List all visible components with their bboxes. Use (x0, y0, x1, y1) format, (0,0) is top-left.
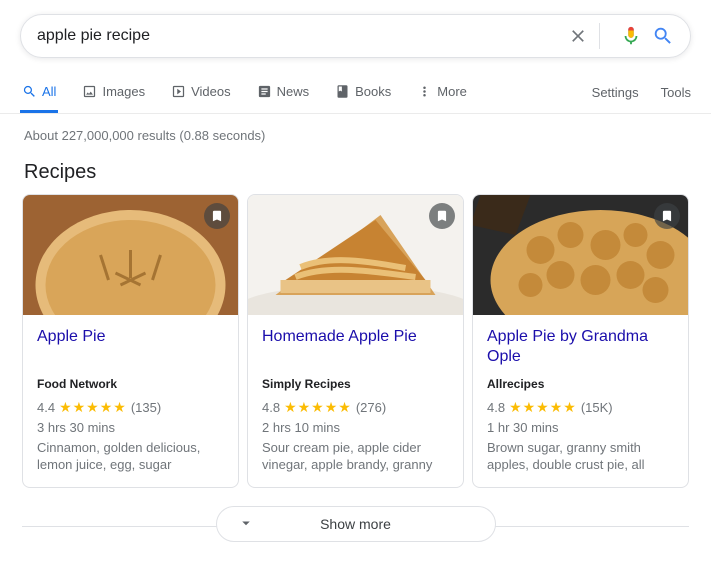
review-count: (15K) (581, 400, 613, 415)
recipe-card-body: Apple Pie Food Network 4.4 ★★★★★ (135) 3… (23, 315, 238, 487)
recipe-time: 1 hr 30 mins (487, 420, 674, 435)
image-icon (82, 84, 97, 99)
recipe-image (248, 195, 463, 315)
review-count: (135) (131, 400, 161, 415)
recipe-ingredients: Cinnamon, golden delicious, lemon juice,… (37, 439, 224, 473)
stars-icon: ★★★★★ (509, 399, 577, 416)
search-icon[interactable] (652, 25, 674, 47)
settings-link[interactable]: Settings (592, 73, 639, 112)
recipe-title[interactable]: Homemade Apple Pie (262, 327, 449, 367)
books-icon (335, 84, 350, 99)
tab-images[interactable]: Images (80, 72, 147, 113)
recipe-rating: 4.8 ★★★★★ (276) (262, 399, 449, 416)
news-icon (257, 84, 272, 99)
rating-value: 4.8 (487, 400, 505, 415)
more-icon (417, 84, 432, 99)
recipe-card-body: Apple Pie by Grandma Ople Allrecipes 4.8… (473, 315, 688, 487)
recipe-rating: 4.8 ★★★★★ (15K) (487, 399, 674, 416)
tab-videos-label: Videos (191, 84, 231, 99)
recipe-card[interactable]: Homemade Apple Pie Simply Recipes 4.8 ★★… (247, 194, 464, 488)
tab-more[interactable]: More (415, 72, 469, 113)
tab-images-label: Images (102, 84, 145, 99)
recipe-title[interactable]: Apple Pie (37, 327, 224, 367)
video-icon (171, 84, 186, 99)
bookmark-icon[interactable] (204, 203, 230, 229)
stars-icon: ★★★★★ (59, 399, 127, 416)
recipe-source: Food Network (37, 377, 224, 391)
stars-icon: ★★★★★ (284, 399, 352, 416)
tabs-right: Settings Tools (592, 73, 691, 112)
recipes-heading: Recipes (0, 143, 711, 194)
tab-books[interactable]: Books (333, 72, 393, 113)
tab-all[interactable]: All (20, 72, 58, 113)
search-small-icon (22, 84, 37, 99)
bookmark-icon[interactable] (654, 203, 680, 229)
recipe-title[interactable]: Apple Pie by Grandma Ople (487, 327, 674, 367)
recipe-card[interactable]: Apple Pie Food Network 4.4 ★★★★★ (135) 3… (22, 194, 239, 488)
show-more-label: Show more (320, 516, 391, 532)
recipe-ingredients: Brown sugar, granny smith apples, double… (487, 439, 674, 473)
recipe-ingredients: Sour cream pie, apple cider vinegar, app… (262, 439, 449, 473)
recipe-image (23, 195, 238, 315)
tabs-row: All Images Videos News Books More Settin… (0, 72, 711, 114)
review-count: (276) (356, 400, 386, 415)
bookmark-icon[interactable] (429, 203, 455, 229)
tab-books-label: Books (355, 84, 391, 99)
tab-more-label: More (437, 84, 467, 99)
show-more-button[interactable]: Show more (216, 506, 496, 542)
recipe-image (473, 195, 688, 315)
search-input[interactable] (37, 27, 557, 45)
recipe-rating: 4.4 ★★★★★ (135) (37, 399, 224, 416)
mic-icon[interactable] (620, 25, 642, 47)
rating-value: 4.4 (37, 400, 55, 415)
tab-news[interactable]: News (255, 72, 312, 113)
search-bar-container (0, 0, 711, 64)
result-stats: About 227,000,000 results (0.88 seconds) (0, 114, 711, 143)
tools-link[interactable]: Tools (661, 73, 691, 112)
tabs-left: All Images Videos News Books More (20, 72, 592, 113)
recipe-card-body: Homemade Apple Pie Simply Recipes 4.8 ★★… (248, 315, 463, 487)
tab-all-label: All (42, 84, 56, 99)
recipe-cards-row: Apple Pie Food Network 4.4 ★★★★★ (135) 3… (0, 194, 711, 488)
search-bar[interactable] (20, 14, 691, 58)
clear-icon[interactable] (567, 25, 589, 47)
recipe-card[interactable]: Apple Pie by Grandma Ople Allrecipes 4.8… (472, 194, 689, 488)
recipe-source: Simply Recipes (262, 377, 449, 391)
tab-videos[interactable]: Videos (169, 72, 233, 113)
show-more-container: Show more (22, 506, 689, 546)
recipe-time: 3 hrs 30 mins (37, 420, 224, 435)
search-divider (599, 23, 600, 49)
chevron-down-icon (237, 514, 255, 535)
rating-value: 4.8 (262, 400, 280, 415)
recipe-source: Allrecipes (487, 377, 674, 391)
recipe-time: 2 hrs 10 mins (262, 420, 449, 435)
tab-news-label: News (277, 84, 310, 99)
